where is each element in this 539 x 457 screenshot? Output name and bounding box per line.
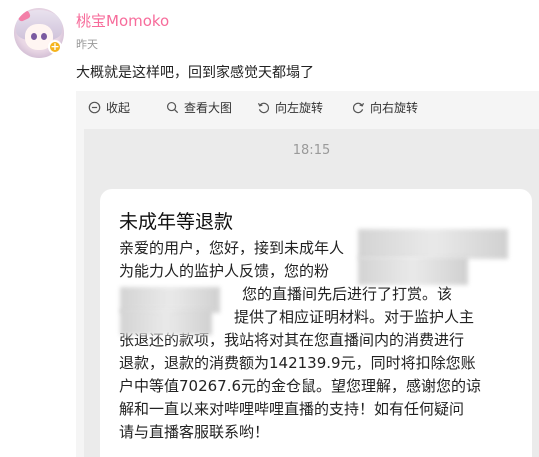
redaction-mosaic [358,257,468,285]
rotate-left-icon [257,102,270,113]
image-toolbar: 收起 查看大图 向左旋转 向右旋转 [76,91,539,123]
collapse-label: 收起 [106,100,131,115]
rotate-right-button[interactable]: 向右旋转 [352,98,418,116]
rotate-left-label: 向左旋转 [275,100,324,115]
message-body: 亲爱的用户，您好，接到未成年人 为能力人的监护人反馈，您的粉 您的直播间先后进行… [119,237,531,444]
message-card: 未成年等退款 亲爱的用户，您好，接到未成年人 为能力人的监护人反馈，您的粉 您的… [100,189,532,457]
redaction-mosaic [120,309,212,335]
attached-image[interactable]: 18:15 未成年等退款 亲爱的用户，您好，接到未成年人 为能力人的监护人反馈，… [84,129,539,457]
rotate-right-label: 向右旋转 [370,100,419,115]
view-large-button[interactable]: 查看大图 [166,98,232,116]
redaction-mosaic [358,229,508,259]
message-timestamp: 18:15 [292,143,331,158]
view-large-label: 查看大图 [184,100,233,115]
plus-badge-icon: + [48,40,62,54]
rotate-right-icon [352,102,365,113]
message-line: 请与直播客服联系哟！ [119,423,270,441]
message-line: 退款，退款的消费额为142139.9元，同时将扣除您账 [119,354,476,372]
message-title: 未成年等退款 [119,211,234,233]
message-line: 解和一直以来对哔哩哔哩直播的支持！如有任何疑问 [119,400,465,418]
username[interactable]: 桃宝Momoko [76,10,169,31]
post-time: 昨天 [76,38,98,51]
collapse-icon [88,101,101,113]
zoom-icon [166,101,179,113]
avatar-eye [41,33,47,40]
post-text: 大概就是这样吧，回到家感觉天都塌了 [76,65,314,81]
rotate-left-button[interactable]: 向左旋转 [257,98,323,116]
message-line: 户中等值70267.6元的金仓鼠。望您理解，感谢您的谅 [119,377,482,395]
collapse-button[interactable]: 收起 [88,98,130,116]
message-line: 为能力人的监护人反馈，您的粉 [119,262,330,280]
avatar-eye [31,33,37,40]
image-viewer-panel: 收起 查看大图 向左旋转 向右旋转 18:15 未成年等退款 亲爱的用户，您好，… [76,91,539,457]
